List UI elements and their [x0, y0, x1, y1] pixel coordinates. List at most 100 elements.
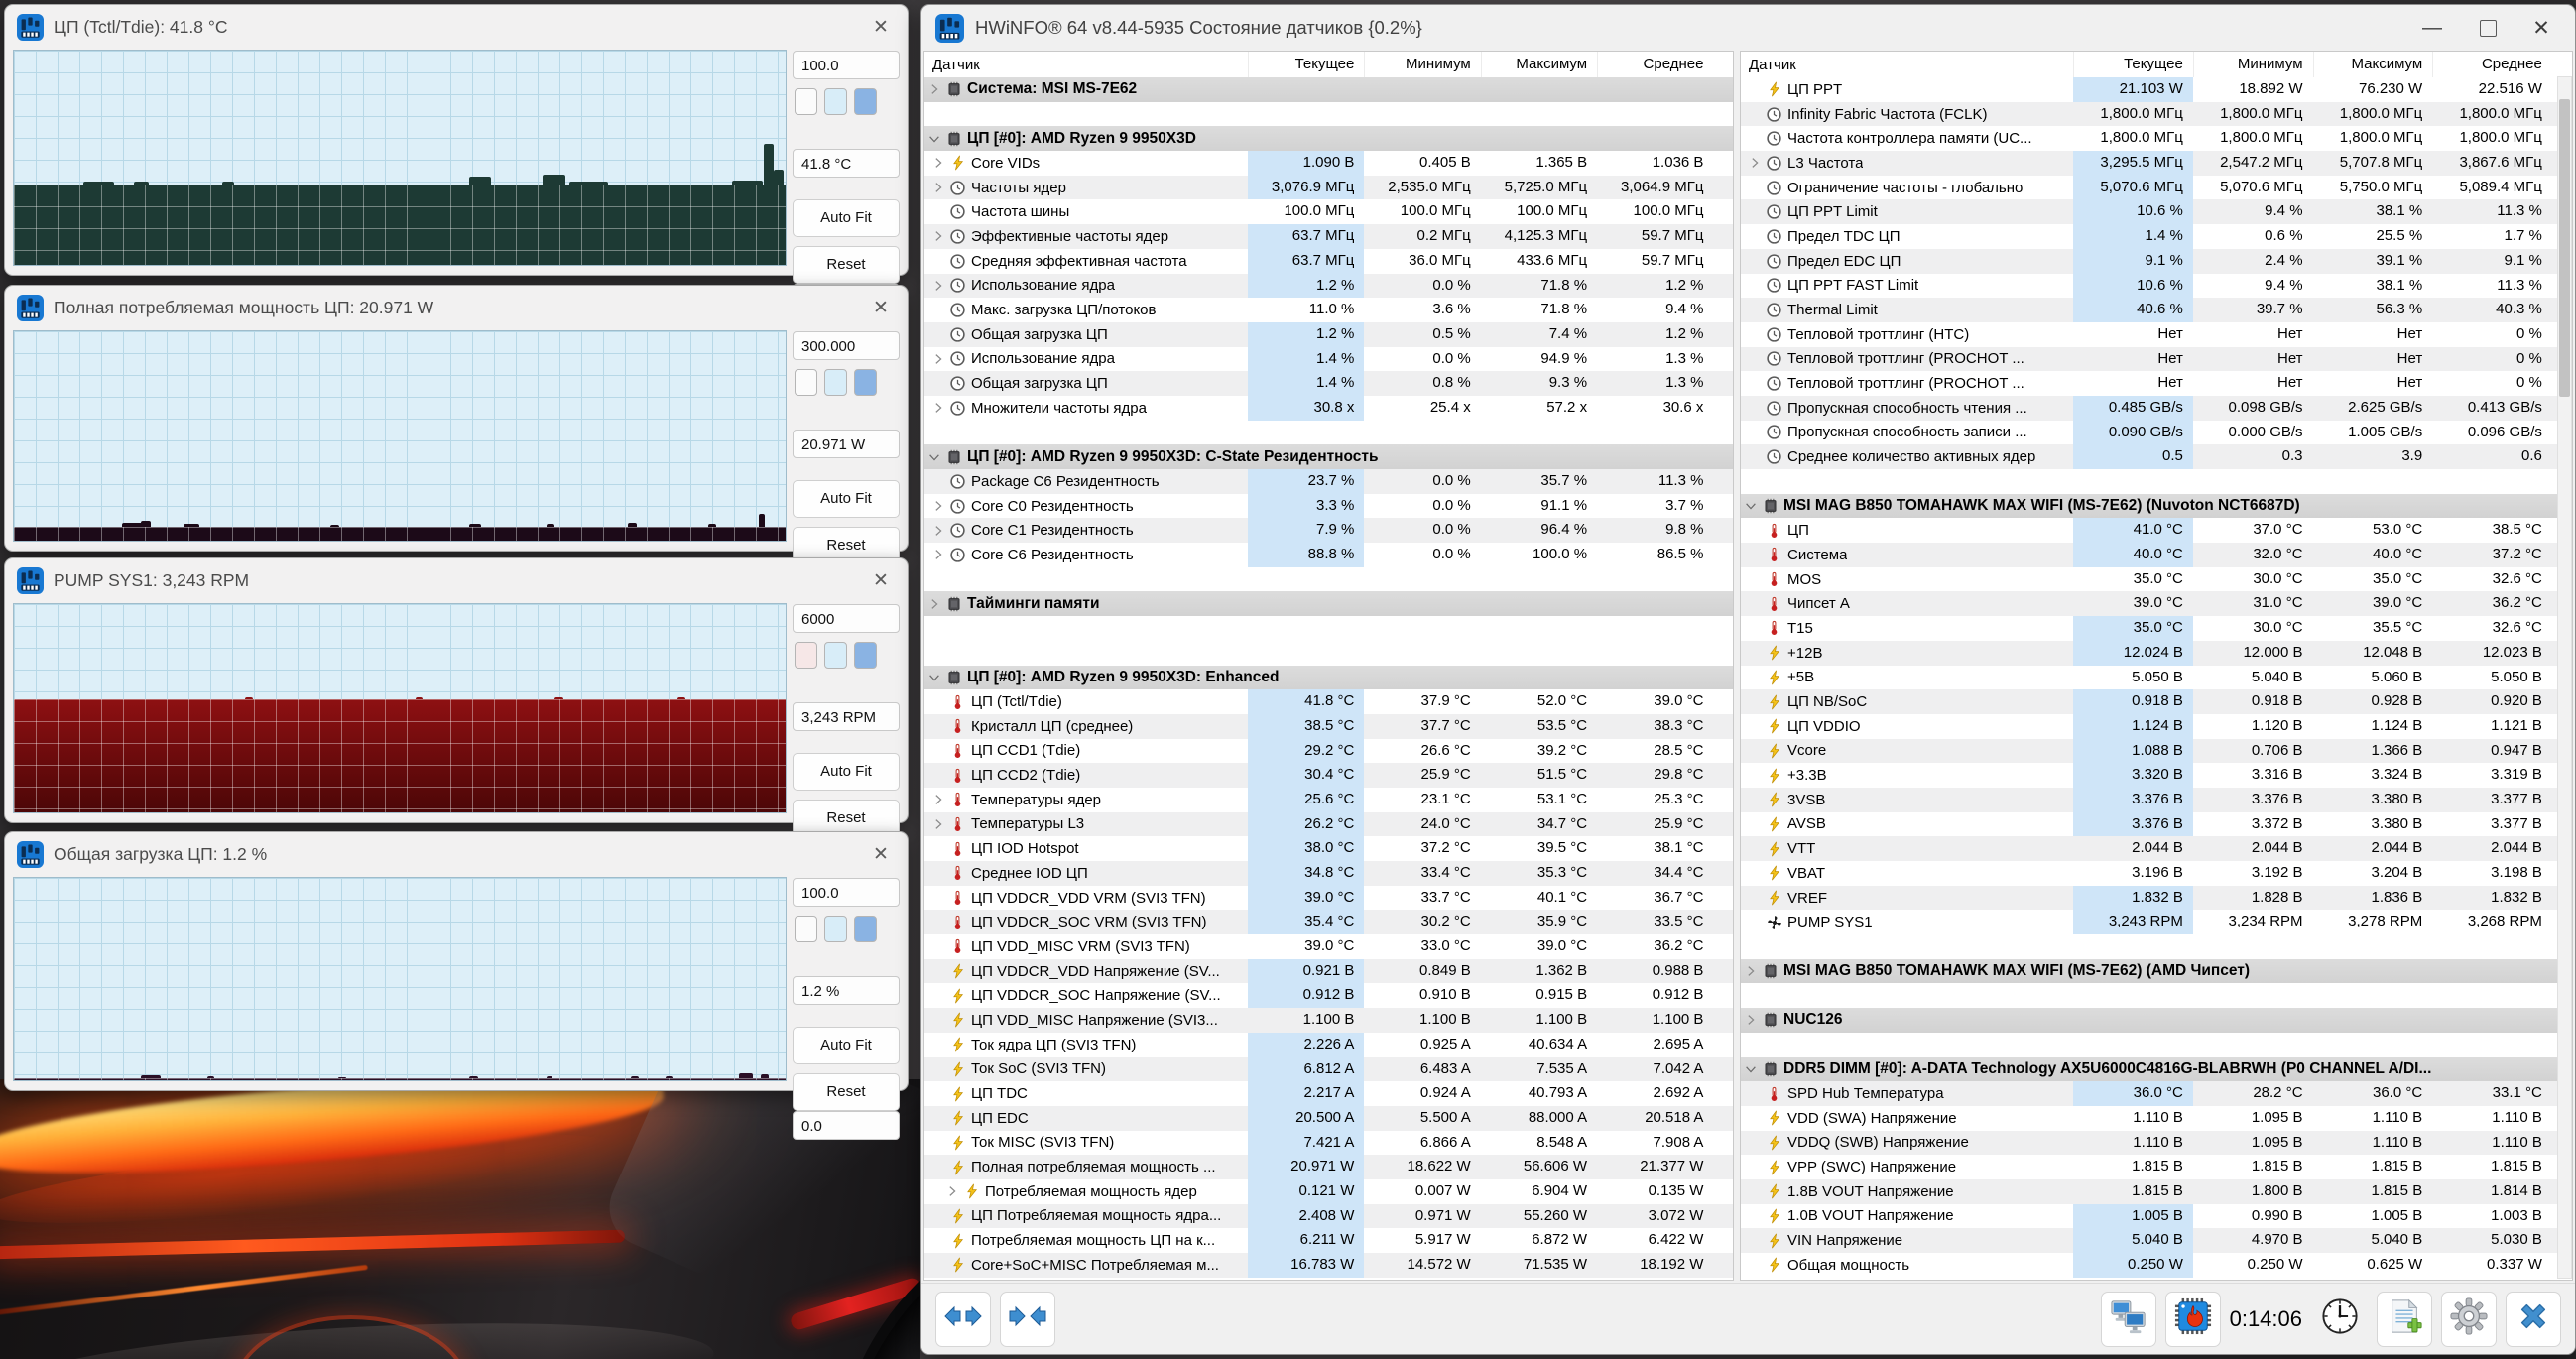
- section-row[interactable]: DDR5 DIMM [#0]: A-DATA Technology AX5U60…: [1741, 1056, 2572, 1082]
- sensor-row[interactable]: ЦП CCD1 (Tdie) 29.2 °C 26.6 °C 39.2 °C 28.5 …: [924, 738, 1733, 764]
- sensor-row[interactable]: ЦП PPT 21.103 W 18.892 W 76.230 W 22.516 W: [1741, 77, 2572, 102]
- section-row[interactable]: Тайминги памяти: [924, 591, 1733, 617]
- sensor-row[interactable]: ЦП IOD Hotspot 38.0 °C 37.2 °C 39.5 °C 38.1 …: [924, 836, 1733, 861]
- expand-columns-button[interactable]: [935, 1291, 991, 1347]
- color-swatch-0[interactable]: [795, 88, 817, 115]
- chevron-right-icon[interactable]: [928, 816, 948, 832]
- sensor-row[interactable]: MOS 35.0 °C 30.0 °C 35.0 °C 32.6 °C: [1741, 566, 2572, 592]
- chevron-right-icon[interactable]: [1745, 155, 1765, 171]
- sensor-row[interactable]: Пропускная способность записи ... 0.090 G…: [1741, 420, 2572, 445]
- window-title-bar[interactable]: HWiNFO® 64 v8.44-5935 Состояние датчиков…: [921, 5, 2575, 51]
- sensor-row[interactable]: VDDQ (SWB) Напряжение 1.110 В 1.095 В 1.110…: [1741, 1130, 2572, 1156]
- chevron-right-icon[interactable]: [924, 81, 944, 97]
- chevron-right-icon[interactable]: [928, 547, 948, 562]
- chevron-down-icon[interactable]: [1741, 498, 1761, 514]
- graph-title-bar[interactable]: PUMP SYS1: 3,243 RPM: [5, 558, 908, 602]
- column-header-average[interactable]: Среднее: [2432, 52, 2552, 77]
- reset-button[interactable]: Reset: [793, 246, 900, 284]
- chevron-right-icon[interactable]: [928, 155, 948, 171]
- sensor-row[interactable]: +5B 5.050 В 5.040 В 5.060 В 5.050 В: [1741, 665, 2572, 690]
- graph-title-bar[interactable]: Полная потребляемая мощность ЦП: 20.971 …: [5, 286, 908, 329]
- graph-title-bar[interactable]: Общая загрузка ЦП: 1.2 %: [5, 832, 908, 876]
- sensor-row[interactable]: 3VSB 3.376 В 3.376 В 3.380 В 3.377 В: [1741, 787, 2572, 812]
- sensor-row[interactable]: Макс. загрузка ЦП/потоков 11.0 % 3.6 % 71.8…: [924, 298, 1733, 322]
- sensor-row[interactable]: Чипсет A 39.0 °C 31.0 °C 39.0 °C 36.2 °C: [1741, 591, 2572, 617]
- sensor-row[interactable]: SPD Hub Температура 36.0 °C 28.2 °C 36.0 °C…: [1741, 1081, 2572, 1106]
- chevron-right-icon[interactable]: [928, 498, 948, 514]
- chevron-right-icon[interactable]: [1741, 963, 1761, 979]
- close-icon[interactable]: ✕: [870, 17, 892, 39]
- sensor-row[interactable]: Использование ядра 1.2 % 0.0 % 71.8 % 1.2 %: [924, 273, 1733, 299]
- sensor-row[interactable]: Потребляемая мощность ядер 0.121 W 0.007 W…: [924, 1178, 1733, 1204]
- sensor-row[interactable]: ЦП VDDIO 1.124 В 1.120 В 1.124 В 1.121 В: [1741, 713, 2572, 739]
- chevron-right-icon[interactable]: [928, 523, 948, 539]
- close-icon[interactable]: ✕: [870, 298, 892, 319]
- sensor-row[interactable]: ЦП EDC 20.500 A 5.500 A 88.000 A 20.518 A: [924, 1105, 1733, 1131]
- remote-monitoring-button[interactable]: [2100, 1291, 2156, 1347]
- column-header-maximum[interactable]: Максимум: [1480, 52, 1597, 77]
- auto-fit-button[interactable]: Auto Fit: [793, 1027, 900, 1064]
- color-swatch-2[interactable]: [854, 916, 877, 942]
- chevron-right-icon[interactable]: [924, 596, 944, 612]
- reset-button[interactable]: Reset: [793, 1073, 900, 1111]
- settings-button[interactable]: [2441, 1291, 2497, 1347]
- sensor-row[interactable]: Ток ядра ЦП (SVI3 TFN) 2.226 A 0.925 A 40.6…: [924, 1032, 1733, 1057]
- section-row[interactable]: MSI MAG B850 TOMAHAWK MAX WIFI (MS-7E62)…: [1741, 958, 2572, 984]
- sensor-row[interactable]: L3 Частота 3,295.5 МГц 2,547.2 МГц 5,707.8 …: [1741, 151, 2572, 176]
- sensor-row[interactable]: ЦП Потребляемая мощность ядра... 2.408 W 0…: [924, 1203, 1733, 1229]
- auto-fit-button[interactable]: Auto Fit: [793, 753, 900, 791]
- sensor-row[interactable]: ЦП PPT Limit 10.6 % 9.4 % 38.1 % 11.3 %: [1741, 199, 2572, 225]
- color-swatch-1[interactable]: [824, 369, 847, 396]
- sensor-row[interactable]: Thermal Limit 40.6 % 39.7 % 56.3 % 40.3 %: [1741, 298, 2572, 322]
- sensor-row[interactable]: 1.0B VOUT Напряжение 1.005 В 0.990 В 1.005 …: [1741, 1203, 2572, 1229]
- chevron-right-icon[interactable]: [928, 351, 948, 367]
- color-swatch-0[interactable]: [795, 369, 817, 396]
- section-row[interactable]: MSI MAG B850 TOMAHAWK MAX WIFI (MS-7E62)…: [1741, 493, 2572, 519]
- sensor-row[interactable]: PUMP SYS1 3,243 RPM 3,234 RPM 3,278 RPM 3,26…: [1741, 910, 2572, 935]
- sensor-row[interactable]: Множители частоты ядра 30.8 x 25.4 x 57.2 x…: [924, 395, 1733, 421]
- color-swatch-0[interactable]: [795, 642, 817, 669]
- close-icon[interactable]: ✕: [870, 844, 892, 866]
- sensor-row[interactable]: +3.3B 3.320 В 3.316 В 3.324 В 3.319 В: [1741, 763, 2572, 788]
- sensor-row[interactable]: ЦП VDDCR_SOC Напряжение (SV... 0.912 В 0.9…: [924, 983, 1733, 1009]
- color-swatch-2[interactable]: [854, 642, 877, 669]
- sensor-row[interactable]: VPP (SWC) Напряжение 1.815 В 1.815 В 1.815 …: [1741, 1155, 2572, 1179]
- sensor-row[interactable]: Температуры L3 26.2 °C 24.0 °C 34.7 °C 25.9 …: [924, 811, 1733, 837]
- sensor-row[interactable]: Частота контроллера памяти (UC... 1,800.0…: [1741, 126, 2572, 152]
- chevron-right-icon[interactable]: [928, 180, 948, 195]
- sensor-row[interactable]: Core+SoC+MISC Потребляемая м... 16.783 W 1…: [924, 1253, 1733, 1278]
- sensor-row[interactable]: Package C6 Резидентность 23.7 % 0.0 % 35.7 …: [924, 469, 1733, 494]
- chevron-down-icon[interactable]: [924, 670, 944, 685]
- sensor-row[interactable]: ЦП VDD_MISC VRM (SVI3 TFN) 39.0 °C 33.0 °C…: [924, 934, 1733, 959]
- sensor-row[interactable]: Полная потребляемая мощность ... 20.971 W…: [924, 1155, 1733, 1179]
- close-button[interactable]: ✕: [2515, 5, 2567, 51]
- column-header-row[interactable]: Датчик Текущее Минимум Максимум Среднее: [924, 52, 1733, 78]
- sensor-row[interactable]: ЦП 41.0 °C 37.0 °C 53.0 °C 38.5 °C: [1741, 518, 2572, 544]
- sensor-row[interactable]: VDD (SWA) Напряжение 1.110 В 1.095 В 1.110 …: [1741, 1105, 2572, 1131]
- color-swatch-1[interactable]: [824, 916, 847, 942]
- column-header-current[interactable]: Текущее: [2073, 52, 2193, 77]
- sensor-row[interactable]: ЦП PPT FAST Limit 10.6 % 9.4 % 38.1 % 11.3 %: [1741, 273, 2572, 299]
- sensor-row[interactable]: Core C1 Резидентность 7.9 % 0.0 % 96.4 % 9.8…: [924, 518, 1733, 544]
- sensor-row[interactable]: VREF 1.832 В 1.828 В 1.836 В 1.832 В: [1741, 885, 2572, 911]
- sensor-row[interactable]: Vcore 1.088 В 0.706 В 1.366 В 0.947 В: [1741, 738, 2572, 764]
- chevron-down-icon[interactable]: [924, 131, 944, 147]
- sensor-row[interactable]: VBAT 3.196 В 3.192 В 3.204 В 3.198 В: [1741, 861, 2572, 886]
- sensor-row[interactable]: VIN Напряжение 5.040 В 4.970 В 5.040 В 5.030…: [1741, 1228, 2572, 1253]
- auto-fit-button[interactable]: Auto Fit: [793, 480, 900, 518]
- sensor-row[interactable]: Использование ядра 1.4 % 0.0 % 94.9 % 1.3 %: [924, 346, 1733, 372]
- sensor-row[interactable]: Эффективные частоты ядер 63.7 МГц 0.2 МГц 4…: [924, 224, 1733, 249]
- column-header-average[interactable]: Среднее: [1597, 52, 1713, 77]
- sensor-row[interactable]: VTT 2.044 В 2.044 В 2.044 В 2.044 В: [1741, 836, 2572, 861]
- sensor-row[interactable]: ЦП TDC 2.217 A 0.924 A 40.793 A 2.692 A: [924, 1081, 1733, 1106]
- sensor-row[interactable]: Ток MISC (SVI3 TFN) 7.421 A 6.866 A 8.548 A…: [924, 1130, 1733, 1156]
- section-row[interactable]: ЦП [#0]: AMD Ryzen 9 9950X3D: [924, 126, 1733, 152]
- column-header-minimum[interactable]: Минимум: [1364, 52, 1480, 77]
- minimize-button[interactable]: —: [2406, 5, 2458, 51]
- color-swatch-1[interactable]: [824, 88, 847, 115]
- sensor-row[interactable]: Среднее IOD ЦП 34.8 °C 33.4 °C 35.3 °C 34.4 …: [924, 861, 1733, 886]
- sensor-row[interactable]: ЦП VDDCR_SOC VRM (SVI3 TFN) 35.4 °C 30.2 °…: [924, 910, 1733, 935]
- sensor-row[interactable]: +12B 12.024 В 12.000 В 12.048 В 12.023 В: [1741, 640, 2572, 666]
- collapse-columns-button[interactable]: [1000, 1291, 1055, 1347]
- column-header-current[interactable]: Текущее: [1248, 52, 1364, 77]
